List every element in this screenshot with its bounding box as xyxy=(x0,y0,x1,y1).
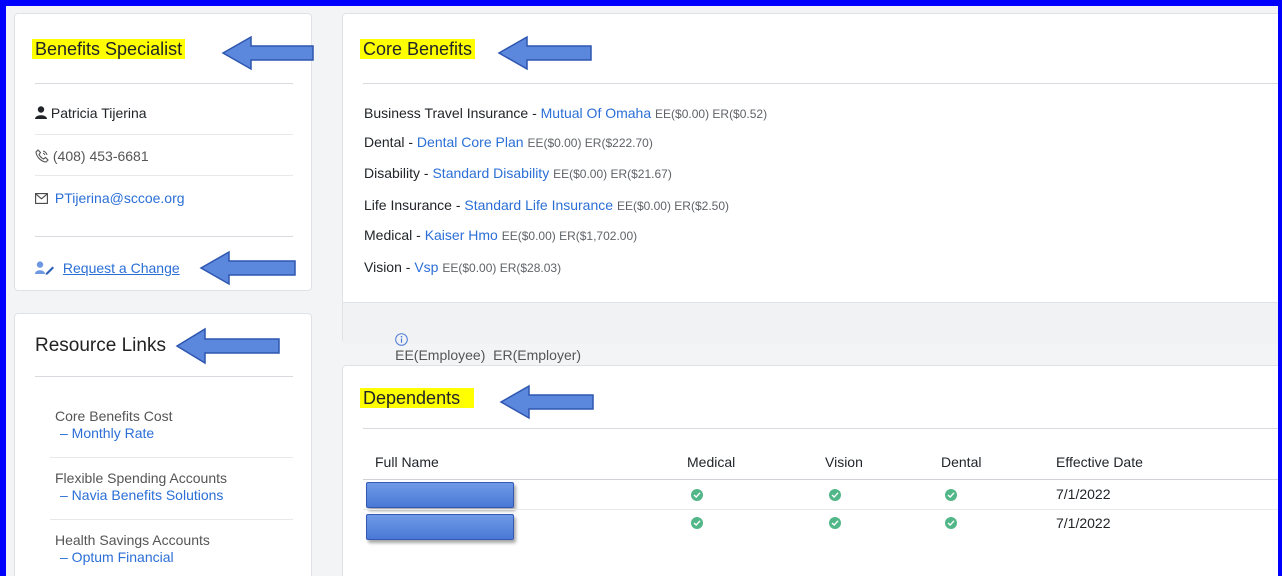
request-change-link[interactable]: Request a Change xyxy=(63,260,180,276)
footer-legend-text: EE(Employee) ER(Employer) xyxy=(395,347,582,363)
benefit-plan-link[interactable]: Vsp xyxy=(414,259,438,275)
benefit-plan-link[interactable]: Standard Disability xyxy=(432,165,549,181)
column-header: Vision xyxy=(825,454,863,470)
dependents-card: Dependents Full Name Medical Vision Dent… xyxy=(342,365,1278,576)
resource-label: Health Savings Accounts xyxy=(55,532,210,548)
annotation-arrow-icon xyxy=(497,35,592,71)
benefit-plan-link[interactable]: Kaiser Hmo xyxy=(425,227,498,243)
specialist-phone: (408) 453-6681 xyxy=(52,148,149,164)
resource-item: Health Savings Accounts – Optum Financia… xyxy=(55,532,210,565)
resource-item: Core Benefits Cost – Monthly Rate xyxy=(55,408,173,441)
annotation-arrow-icon xyxy=(175,327,280,365)
request-change-row[interactable]: Request a Change xyxy=(35,260,180,276)
benefit-category: Life Insurance - xyxy=(364,197,461,213)
benefit-category: Disability - xyxy=(364,165,429,181)
benefit-cost: EE($0.00) ER($1,702.00) xyxy=(501,229,638,243)
column-header: Medical xyxy=(687,454,736,470)
core-benefits-title: Core Benefits xyxy=(360,39,476,60)
mail-icon xyxy=(35,193,48,204)
resource-divider xyxy=(50,519,293,520)
specialist-name: Patricia Tijerina xyxy=(50,105,147,121)
annotation-arrow-icon xyxy=(221,35,314,71)
check-circle-icon xyxy=(829,517,841,529)
specialist-title: Benefits Specialist xyxy=(32,39,186,60)
annotation-arrow-icon xyxy=(199,250,296,286)
check-circle-icon xyxy=(945,517,957,529)
core-benefit-item: Dental - Dental Core Plan EE($0.00) ER($… xyxy=(364,134,653,150)
person-icon xyxy=(35,106,47,119)
column-header: Full Name xyxy=(375,454,439,470)
resource-links-title: Resource Links xyxy=(35,335,166,356)
check-circle-icon xyxy=(945,489,957,501)
dependents-header-rule xyxy=(363,428,1278,429)
core-benefit-item: Life Insurance - Standard Life Insurance… xyxy=(364,197,729,213)
benefit-category: Dental - xyxy=(364,134,414,150)
column-header: Dental xyxy=(941,454,982,470)
benefit-cost: EE($0.00) ER($2.50) xyxy=(616,199,729,213)
resource-header-rule xyxy=(35,376,293,377)
benefit-plan-link[interactable]: Dental Core Plan xyxy=(417,134,524,150)
benefit-cost: EE($0.00) ER($21.67) xyxy=(553,167,672,181)
phone-icon xyxy=(35,149,49,163)
core-benefits-footer: EE(Employee) ER(Employer) xyxy=(343,302,1278,363)
benefit-category: Business Travel Insurance - xyxy=(364,105,537,121)
specialist-row-divider xyxy=(35,175,293,176)
benefit-category: Vision - xyxy=(364,259,411,275)
annotation-arrow-icon xyxy=(499,384,594,420)
benefit-cost: EE($0.00) ER($222.70) xyxy=(527,136,653,150)
table-row: 7/1/2022 xyxy=(343,480,1278,508)
benefit-plan-link[interactable]: Mutual Of Omaha xyxy=(541,105,652,121)
redacted-name xyxy=(366,514,514,540)
specialist-row-divider xyxy=(35,134,293,135)
resource-item: Flexible Spending Accounts – Navia Benef… xyxy=(55,470,227,503)
benefit-cost: EE($0.00) ER($0.52) xyxy=(655,107,768,121)
check-circle-icon xyxy=(691,517,703,529)
specialist-email-link[interactable]: PTijerina@sccoe.org xyxy=(55,190,185,206)
check-circle-icon xyxy=(691,489,703,501)
resource-label: Flexible Spending Accounts xyxy=(55,470,227,486)
resource-links-card: Resource Links Core Benefits Cost – Mont… xyxy=(14,313,312,576)
specialist-header-rule xyxy=(35,83,293,84)
specialist-email-row[interactable]: PTijerina@sccoe.org xyxy=(35,190,185,206)
redacted-name xyxy=(366,482,514,508)
benefit-plan-link[interactable]: Standard Life Insurance xyxy=(464,197,613,213)
dependents-title: Dependents xyxy=(360,388,475,409)
resource-label: Core Benefits Cost xyxy=(55,408,173,424)
specialist-card: Benefits Specialist Patricia Tijerina (4… xyxy=(14,13,314,291)
specialist-section-rule xyxy=(35,236,293,237)
page: Benefits Specialist Patricia Tijerina (4… xyxy=(6,6,1278,576)
edit-user-icon xyxy=(35,261,54,275)
specialist-name-row: Patricia Tijerina xyxy=(35,105,147,121)
resource-link[interactable]: – Navia Benefits Solutions xyxy=(60,487,227,503)
resource-divider xyxy=(50,457,293,458)
core-benefits-card: Core Benefits Business Travel Insurance … xyxy=(342,13,1278,363)
resource-link[interactable]: – Optum Financial xyxy=(60,549,210,565)
benefit-category: Medical - xyxy=(364,227,421,243)
resource-link[interactable]: – Monthly Rate xyxy=(60,425,173,441)
core-benefit-item: Medical - Kaiser Hmo EE($0.00) ER($1,702… xyxy=(364,227,637,243)
specialist-phone-row: (408) 453-6681 xyxy=(35,148,149,164)
core-header-rule xyxy=(363,83,1278,84)
effective-date: 7/1/2022 xyxy=(1056,515,1111,531)
column-header: Effective Date xyxy=(1056,454,1143,470)
core-benefit-item: Business Travel Insurance - Mutual Of Om… xyxy=(364,105,767,121)
core-benefit-item: Vision - Vsp EE($0.00) ER($28.03) xyxy=(364,259,561,275)
benefit-cost: EE($0.00) ER($28.03) xyxy=(442,261,562,275)
check-circle-icon xyxy=(829,489,841,501)
effective-date: 7/1/2022 xyxy=(1056,486,1111,502)
core-benefit-item: Disability - Standard Disability EE($0.0… xyxy=(364,165,672,181)
table-row: 7/1/2022 xyxy=(343,510,1278,540)
info-icon xyxy=(395,333,408,346)
